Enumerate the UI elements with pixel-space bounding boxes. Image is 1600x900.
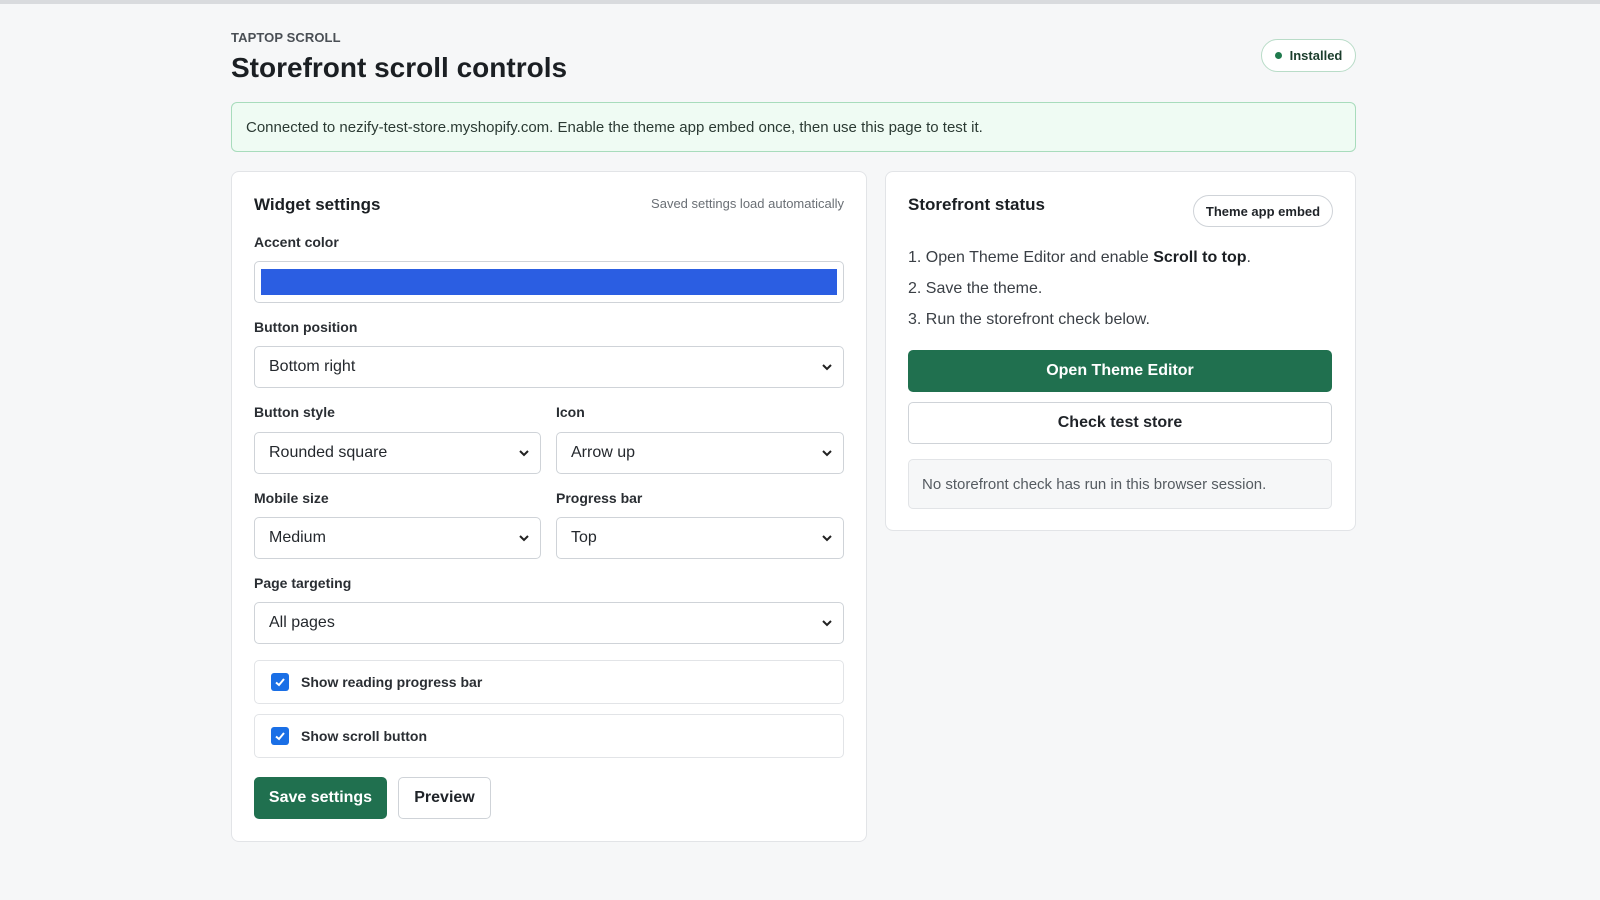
preview-button[interactable]: Preview [398, 777, 491, 819]
progress-bar-select[interactable]: Top [556, 517, 844, 559]
checkmark-icon [275, 678, 285, 687]
icon-select[interactable]: Arrow up [556, 432, 844, 474]
show-progress-row[interactable]: Show reading progress bar [254, 660, 844, 704]
show-scroll-checkbox[interactable] [271, 727, 289, 745]
setup-step-1: 1. Open Theme Editor and enable Scroll t… [908, 248, 1251, 279]
show-scroll-label: Show scroll button [301, 728, 427, 744]
storefront-status-card: Storefront status Theme app embed 1. Ope… [885, 171, 1356, 531]
button-position-value: Bottom right [269, 358, 356, 375]
chevron-down-icon [822, 450, 832, 457]
show-scroll-row[interactable]: Show scroll button [254, 714, 844, 758]
chevron-down-icon [519, 535, 529, 542]
top-loading-bar [0, 0, 1600, 4]
installed-badge-label: Installed [1289, 48, 1343, 63]
show-progress-label: Show reading progress bar [301, 674, 483, 690]
setup-step-1-emphasis: Scroll to top [1153, 249, 1247, 266]
show-progress-checkbox[interactable] [271, 673, 289, 691]
chevron-down-icon [822, 620, 832, 627]
chevron-down-icon [822, 535, 832, 542]
status-dot-icon [1274, 52, 1282, 59]
accent-color-label: Accent color [254, 234, 339, 250]
page-targeting-value: All pages [269, 614, 335, 631]
page-targeting-label: Page targeting [254, 575, 352, 591]
setup-step-3: 3. Run the storefront check below. [908, 311, 1150, 328]
installed-badge: Installed [1261, 39, 1356, 72]
widget-settings-card: Widget settings Saved settings load auto… [231, 171, 867, 842]
storefront-status-title: Storefront status [908, 195, 1045, 214]
accent-color-swatch [261, 269, 837, 295]
open-theme-editor-button[interactable]: Open Theme Editor [908, 350, 1332, 392]
save-settings-button[interactable]: Save settings [254, 777, 387, 819]
chevron-down-icon [519, 450, 529, 457]
storefront-check-notice-text: No storefront check has run in this brow… [922, 475, 1267, 493]
button-style-select[interactable]: Rounded square [254, 432, 541, 474]
progress-bar-label: Progress bar [556, 490, 643, 506]
autoload-hint: Saved settings load automatically [651, 196, 844, 211]
setup-step-2: 2. Save the theme. [908, 280, 1043, 297]
icon-label: Icon [556, 404, 585, 420]
widget-settings-title: Widget settings [254, 195, 381, 214]
mobile-size-label: Mobile size [254, 490, 329, 506]
progress-bar-value: Top [571, 529, 597, 546]
button-style-value: Rounded square [269, 444, 388, 461]
button-position-label: Button position [254, 319, 358, 335]
chevron-down-icon [822, 364, 832, 371]
setup-step-1-suffix: . [1246, 249, 1251, 266]
storefront-check-notice: No storefront check has run in this brow… [908, 459, 1332, 509]
icon-value: Arrow up [571, 444, 636, 461]
button-style-label: Button style [254, 404, 335, 420]
check-test-store-button[interactable]: Check test store [908, 402, 1332, 444]
connection-banner-text: Connected to nezify-test-store.myshopify… [246, 118, 983, 136]
mobile-size-value: Medium [269, 529, 326, 546]
page-title: Storefront scroll controls [231, 52, 568, 83]
theme-app-embed-chip: Theme app embed [1193, 195, 1333, 227]
accent-color-input[interactable] [254, 261, 844, 303]
mobile-size-select[interactable]: Medium [254, 517, 541, 559]
page-targeting-select[interactable]: All pages [254, 602, 844, 644]
checkmark-icon [275, 732, 285, 741]
setup-steps: 1. Open Theme Editor and enable Scroll t… [908, 248, 1251, 341]
setup-step-1-text: 1. Open Theme Editor and enable [908, 249, 1154, 266]
connection-banner: Connected to nezify-test-store.myshopify… [231, 102, 1356, 152]
app-eyebrow: TAPTOP SCROLL [231, 30, 341, 45]
button-position-select[interactable]: Bottom right [254, 346, 844, 388]
